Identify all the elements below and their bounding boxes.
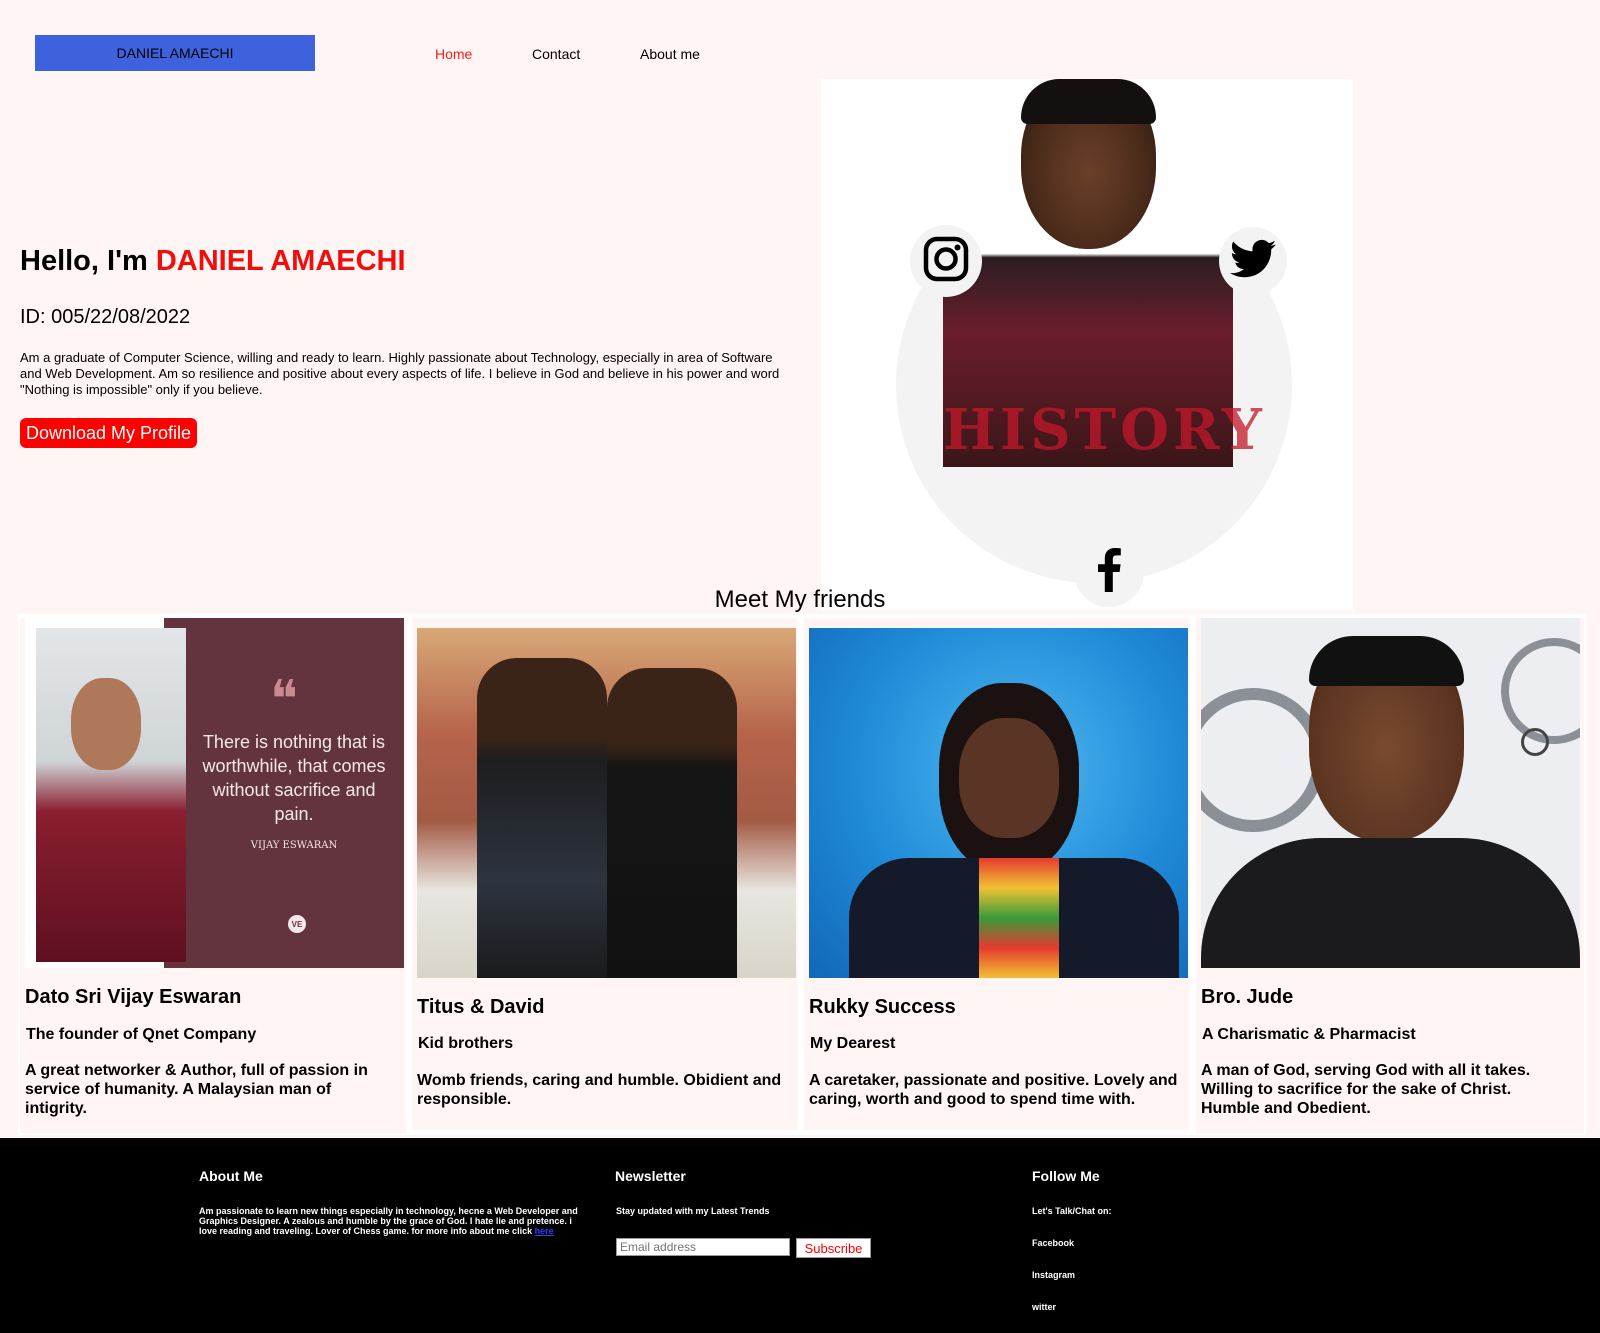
friend-photo: ❝ There is nothing that is worthwhile, t… <box>25 618 404 968</box>
hero-description: Am a graduate of Computer Science, willi… <box>20 350 780 397</box>
footer-follow-title: Follow Me <box>1032 1168 1100 1184</box>
friend-role: Kid brothers <box>418 1035 514 1052</box>
quote-text: There is nothing that is worthwhile, tha… <box>202 732 386 824</box>
nav-home[interactable]: Home <box>435 46 472 62</box>
site-logo[interactable]: DANIEL AMAECHI <box>35 35 315 71</box>
shirt-print: HISTORY <box>943 397 1266 463</box>
friend-photo <box>809 628 1188 978</box>
hero-heading: Hello, I'm DANIEL AMAECHI <box>20 245 406 278</box>
friend-name: Bro. Jude <box>1201 986 1294 1008</box>
friend-name: Dato Sri Vijay Eswaran <box>25 986 242 1008</box>
friend-card: ❝ There is nothing that is worthwhile, t… <box>20 618 406 1133</box>
twitter-icon <box>1230 239 1276 284</box>
quote-badge: VE <box>288 915 306 933</box>
instagram-link[interactable] <box>910 225 982 297</box>
logo-text: DANIEL AMAECHI <box>116 45 234 61</box>
hero-id: ID: 005/22/08/2022 <box>20 306 191 328</box>
footer-newsletter-text: Stay updated with my Latest Trends <box>616 1206 770 1216</box>
footer-about-body: Am passionate to learn new things especi… <box>199 1206 578 1236</box>
footer-about-title: About Me <box>199 1168 263 1184</box>
footer-follow-text: Let's Talk/Chat on: <box>1032 1206 1112 1216</box>
hero-greeting: Hello, I'm <box>20 245 148 277</box>
friend-description: Womb friends, caring and humble. Obidien… <box>417 1072 782 1108</box>
friend-description: A caretaker, passionate and positive. Lo… <box>809 1072 1178 1108</box>
footer-link-facebook[interactable]: Facebook <box>1032 1238 1074 1248</box>
footer-link-twitter[interactable]: witter <box>1032 1302 1056 1312</box>
subscribe-button[interactable]: Subscribe <box>796 1238 871 1258</box>
download-profile-button[interactable]: Download My Profile <box>20 418 198 448</box>
friend-role: The founder of Qnet Company <box>26 1026 257 1043</box>
friends-cards-row: ❝ There is nothing that is worthwhile, t… <box>18 614 1586 1135</box>
friend-name: Rukky Success <box>809 996 956 1018</box>
footer-about-text: Am passionate to learn new things especi… <box>199 1206 579 1236</box>
footer-about-link[interactable]: here <box>535 1226 554 1236</box>
twitter-link[interactable] <box>1219 227 1287 295</box>
hero-name: DANIEL AMAECHI <box>155 245 406 277</box>
friends-section-title: Meet My friends <box>714 586 886 613</box>
friend-card: Rukky Success My Dearest A caretaker, pa… <box>804 618 1190 1130</box>
footer-link-instagram[interactable]: Instagram <box>1032 1270 1075 1280</box>
friend-description: A great networker & Author, full of pass… <box>25 1062 368 1117</box>
quote-author: VIJAY ESWARAN <box>250 840 338 851</box>
nav-contact[interactable]: Contact <box>532 46 580 62</box>
site-footer: About Me Am passionate to learn new thin… <box>0 1138 1600 1333</box>
nav-about[interactable]: About me <box>640 46 700 62</box>
friend-photo <box>417 628 796 978</box>
profile-photo: HISTORY <box>943 79 1266 467</box>
friend-name: Titus & David <box>417 996 545 1018</box>
footer-newsletter-title: Newsletter <box>615 1168 686 1184</box>
newsletter-email-input[interactable] <box>616 1238 790 1256</box>
profile-hair <box>1021 79 1156 124</box>
friend-role: My Dearest <box>810 1035 896 1052</box>
friend-role: A Charismatic & Pharmacist <box>1202 1026 1416 1043</box>
friend-description: A man of God, serving God with all it ta… <box>1201 1062 1531 1117</box>
hero-image-panel: HISTORY <box>821 79 1353 610</box>
friend-photo <box>1201 618 1580 968</box>
friend-card: Titus & David Kid brothers Womb friends,… <box>412 618 798 1130</box>
instagram-icon <box>922 235 970 288</box>
friend-card: Bro. Jude A Charismatic & Pharmacist A m… <box>1196 618 1584 1133</box>
